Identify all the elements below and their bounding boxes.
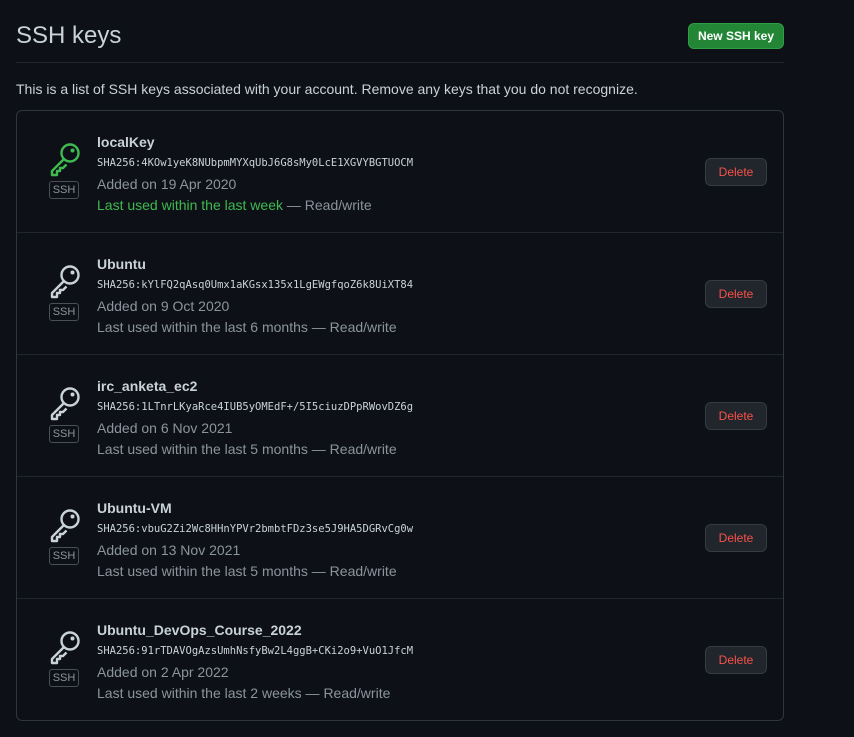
last-used-text: Last used within the last 5 months (97, 563, 308, 579)
key-fingerprint: SHA256:vbuG2Zi2Wc8HHnYPVr2bmbtFDz3se5J9H… (97, 523, 414, 535)
page-header: SSH keys New SSH key (16, 0, 784, 63)
access-level: — Read/write (283, 197, 372, 213)
key-added-date: Added on 2 Apr 2022 (97, 664, 229, 680)
last-used-text: Last used within the last 6 months (97, 319, 308, 335)
key-fingerprint: SHA256:4KOw1yeK8NUbpmMYXqUbJ6G8sMy0LcE1X… (97, 157, 414, 169)
intro-text: This is a list of SSH keys associated wi… (16, 81, 638, 97)
last-used-text: Last used within the last week (97, 197, 283, 213)
delete-button[interactable]: Delete (705, 524, 767, 552)
key-last-used: Last used within the last 5 months — Rea… (97, 441, 397, 457)
delete-button[interactable]: Delete (705, 158, 767, 186)
last-used-text: Last used within the last 2 weeks (97, 685, 302, 701)
page-title: SSH keys (16, 22, 122, 49)
key-fingerprint: SHA256:kYlFQ2qAsq0Umx1aKGsx135x1LgEWgfqo… (97, 279, 414, 291)
key-last-used: Last used within the last week — Read/wr… (97, 197, 372, 213)
key-icon (50, 265, 80, 299)
access-level: — Read/write (307, 563, 397, 579)
access-level: — Read/write (307, 319, 397, 335)
delete-button[interactable]: Delete (705, 402, 767, 430)
ssh-keys-list: SSH localKey SHA256:4KOw1yeK8NUbpmMYXqUb… (16, 110, 784, 721)
key-fingerprint: SHA256:1LTnrLKyaRce4IUB5yOMEdF+/5I5ciuzD… (97, 401, 414, 413)
ssh-key-row: SSH Ubuntu_DevOps_Course_2022 SHA256:91r… (17, 599, 783, 720)
new-ssh-key-button[interactable]: New SSH key (688, 23, 784, 49)
key-icon (50, 631, 80, 665)
ssh-badge: SSH (49, 547, 79, 565)
key-added-date: Added on 13 Nov 2021 (97, 542, 241, 558)
delete-button[interactable]: Delete (705, 280, 767, 308)
ssh-badge: SSH (49, 303, 79, 321)
access-level: — Read/write (301, 685, 391, 701)
key-fingerprint: SHA256:91rTDAVOgAzsUmhNsfyBw2L4ggB+CKi2o… (97, 645, 414, 657)
key-icon (50, 387, 80, 421)
delete-button[interactable]: Delete (705, 646, 767, 674)
access-level: — Read/write (307, 441, 397, 457)
ssh-badge: SSH (49, 669, 79, 687)
key-last-used: Last used within the last 6 months — Rea… (97, 319, 397, 335)
ssh-key-row: SSH Ubuntu-VM SHA256:vbuG2Zi2Wc8HHnYPVr2… (17, 477, 783, 599)
ssh-key-row: SSH irc_anketa_ec2 SHA256:1LTnrLKyaRce4I… (17, 355, 783, 477)
last-used-text: Last used within the last 5 months (97, 441, 308, 457)
key-last-used: Last used within the last 5 months — Rea… (97, 563, 397, 579)
ssh-key-row: SSH Ubuntu SHA256:kYlFQ2qAsq0Umx1aKGsx13… (17, 233, 783, 355)
key-added-date: Added on 19 Apr 2020 (97, 176, 237, 192)
key-icon (50, 143, 80, 177)
key-added-date: Added on 6 Nov 2021 (97, 420, 233, 436)
ssh-badge: SSH (49, 425, 79, 443)
ssh-key-row: SSH localKey SHA256:4KOw1yeK8NUbpmMYXqUb… (17, 111, 783, 233)
key-name: Ubuntu (97, 256, 146, 272)
key-name: localKey (97, 134, 155, 150)
ssh-badge: SSH (49, 181, 79, 199)
key-last-used: Last used within the last 2 weeks — Read… (97, 685, 390, 701)
key-added-date: Added on 9 Oct 2020 (97, 298, 230, 314)
key-name: irc_anketa_ec2 (97, 378, 198, 394)
key-name: Ubuntu-VM (97, 500, 172, 516)
key-icon (50, 509, 80, 543)
key-name: Ubuntu_DevOps_Course_2022 (97, 622, 302, 638)
